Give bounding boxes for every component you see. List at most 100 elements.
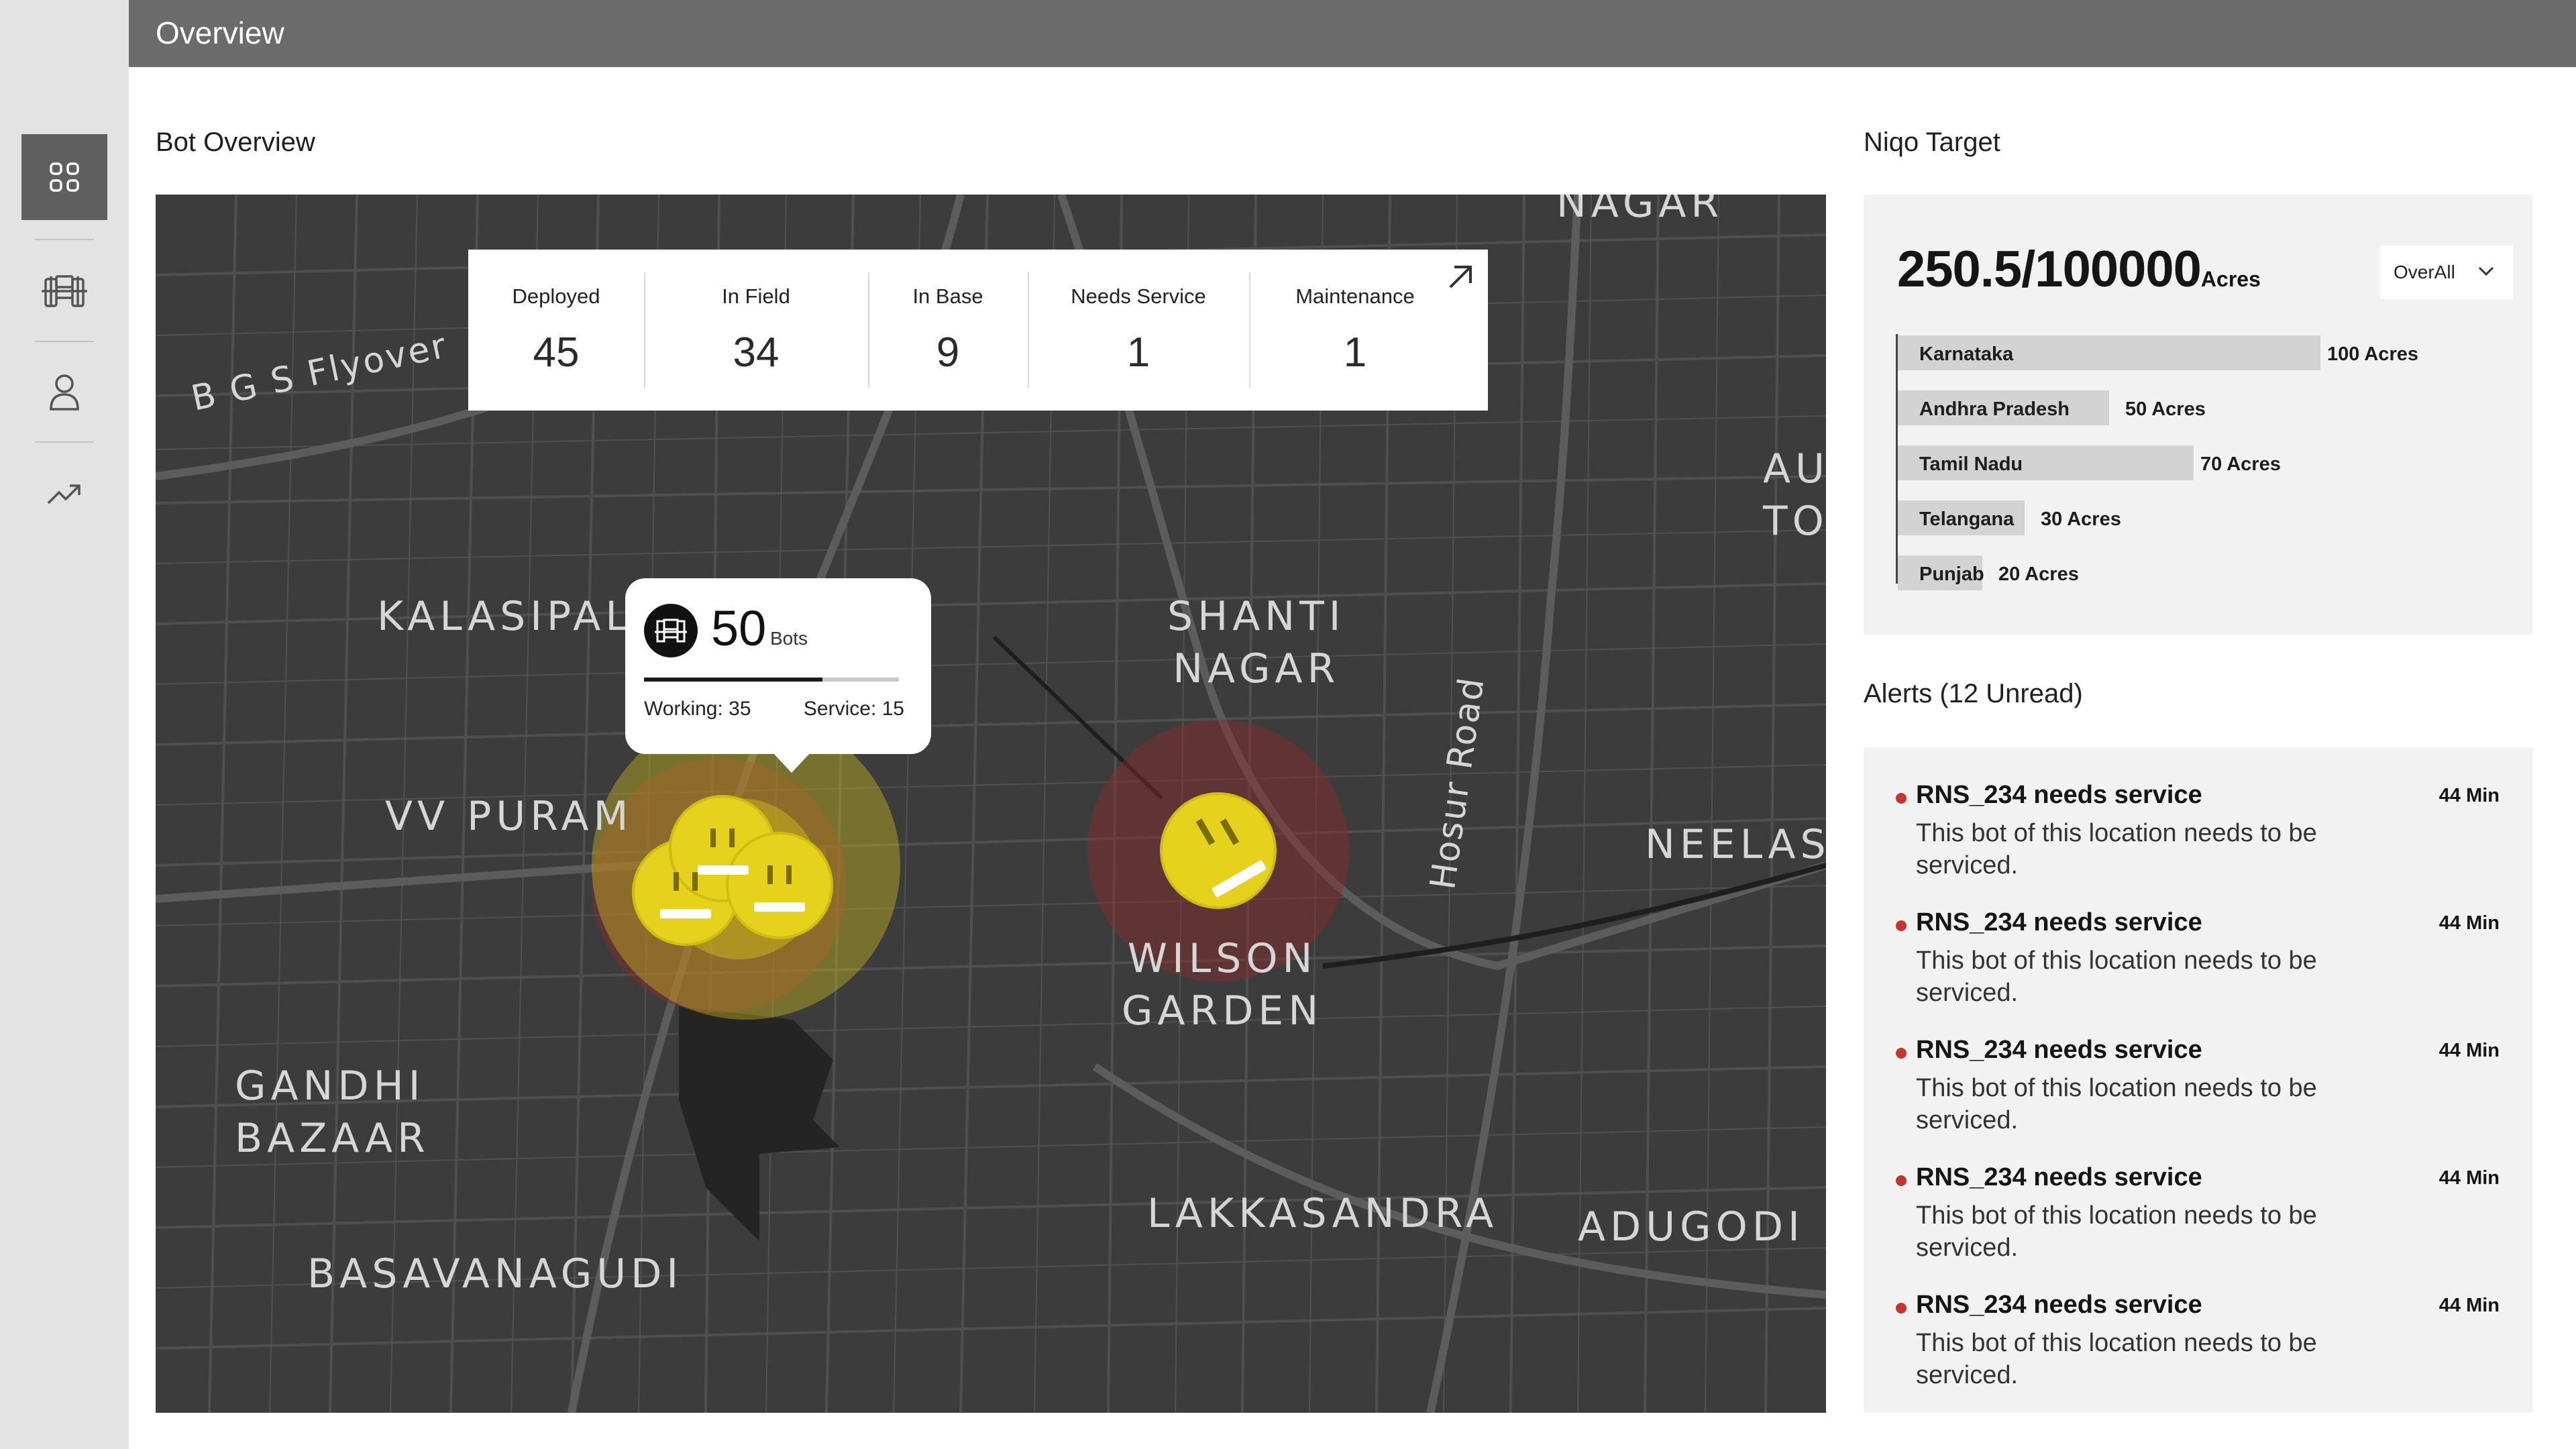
state-name: Karnataka <box>1919 343 2014 365</box>
bot-stats-card: Deployed 45 In Field 34 In Base 9 Needs … <box>468 250 1488 411</box>
alert-title: RNS_234 needs service <box>1916 1163 2202 1191</box>
alert-item[interactable]: RNS_234 needs service 44 Min This bot of t… <box>1896 1291 2500 1411</box>
alert-title: RNS_234 needs service <box>1916 1036 2202 1064</box>
unread-dot <box>1896 1048 1907 1059</box>
trending-up-icon <box>47 484 80 504</box>
expand-button[interactable] <box>1444 259 1479 294</box>
service-count: Service: 15 <box>803 698 904 720</box>
state-value: 20 Acres <box>1998 564 2079 585</box>
bots-count: 50 <box>711 600 767 656</box>
map-label: WILSON GARDEN <box>1122 935 1324 1034</box>
map-label: ADUGODI <box>1578 1203 1805 1250</box>
stat-label: In Base <box>912 284 983 308</box>
nav-divider <box>35 341 94 342</box>
map-label: AU TO <box>1763 445 1826 545</box>
alert-time: 44 Min <box>2438 1295 2500 1316</box>
alert-title: RNS_234 needs service <box>1916 1291 2202 1319</box>
unread-dot <box>1896 1175 1907 1186</box>
nav-bots[interactable] <box>21 248 107 334</box>
stat-maintenance[interactable]: Maintenance 1 <box>1249 250 1461 411</box>
top-bar: Overview <box>129 0 2576 67</box>
map-label: SHANTI NAGAR <box>1167 593 1346 692</box>
stat-value: 1 <box>1343 329 1367 376</box>
state-name: Punjab <box>1919 564 1984 585</box>
stat-label: Deployed <box>512 284 600 308</box>
stat-value: 9 <box>936 329 960 376</box>
state-value: 100 Acres <box>2327 343 2418 365</box>
stat-value: 45 <box>533 329 580 376</box>
bot-overview-title: Bot Overview <box>156 127 315 157</box>
alert-time: 44 Min <box>2438 1040 2500 1061</box>
state-value: 70 Acres <box>2200 453 2281 475</box>
state-name: Andhra Pradesh <box>1919 398 2070 420</box>
alert-message: This bot of this location needs to be se… <box>1916 1074 2317 1134</box>
unread-dot <box>1896 793 1907 804</box>
nav-dashboard[interactable] <box>21 134 107 220</box>
bots-popup[interactable]: 50 Bots Working: 35 Service: 15 <box>625 578 931 773</box>
state-value: 30 Acres <box>2041 508 2121 530</box>
map-label: BASAVANAGUDI <box>307 1250 684 1297</box>
nav-divider <box>35 239 94 240</box>
map-label: NAGAR <box>1556 195 1724 227</box>
target-card: 250.5/100000Acres OverAll Karnataka 100 A… <box>1864 195 2533 635</box>
map-label: GANDHI BAZAAR <box>235 1063 430 1162</box>
target-value: 250.5/100000Acres <box>1897 240 2261 299</box>
alerts-card: RNS_234 needs service 44 Min This bot of t… <box>1864 747 2533 1413</box>
alert-message: This bot of this location needs to be se… <box>1916 1329 2317 1389</box>
page-title: Overview <box>156 15 284 50</box>
unread-dot <box>1896 920 1907 931</box>
arrow-up-right-icon <box>1449 266 1472 288</box>
working-progress-fill <box>644 678 822 682</box>
bot-cluster-main[interactable] <box>592 711 900 1020</box>
stat-in-base[interactable]: In Base 9 <box>868 250 1028 411</box>
stat-label: Needs Service <box>1071 284 1206 308</box>
alert-message: This bot of this location needs to be se… <box>1916 819 2317 879</box>
user-icon <box>50 374 79 411</box>
chevron-down-icon <box>2478 266 2494 276</box>
popup-pointer <box>773 753 810 773</box>
bot-icon <box>42 275 87 307</box>
alert-time: 44 Min <box>2438 785 2500 806</box>
stat-needs-service[interactable]: Needs Service 1 <box>1028 250 1249 411</box>
alert-item[interactable]: RNS_234 needs service 44 Min This bot of t… <box>1896 1163 2500 1284</box>
alert-title: RNS_234 needs service <box>1916 908 2202 936</box>
state-name: Tamil Nadu <box>1919 453 2023 475</box>
nav-divider <box>35 441 94 443</box>
alert-time: 44 Min <box>2438 912 2500 934</box>
target-unit: Acres <box>2200 267 2261 291</box>
stat-value: 34 <box>733 329 780 376</box>
grid-icon <box>50 162 79 192</box>
alert-time: 44 Min <box>2438 1167 2500 1189</box>
map-label: VV PURAM <box>385 793 633 840</box>
stat-label: Maintenance <box>1295 284 1415 308</box>
bot-icon <box>644 604 698 657</box>
target-number: 250.5/100000 <box>1897 241 2202 298</box>
alert-message: This bot of this location needs to be se… <box>1916 947 2317 1007</box>
target-title: Niqo Target <box>1864 127 2000 157</box>
working-count: Working: 35 <box>644 698 751 720</box>
stat-in-field[interactable]: In Field 34 <box>644 250 868 411</box>
state-name: Telangana <box>1919 508 2015 530</box>
state-value: 50 Acres <box>2125 398 2206 420</box>
nav-analytics[interactable] <box>21 451 107 537</box>
target-scope-dropdown[interactable]: OverAll <box>2380 246 2513 299</box>
stat-value: 1 <box>1126 329 1150 376</box>
alert-message: This bot of this location needs to be se… <box>1916 1201 2317 1262</box>
map-label: NEELASA <box>1645 821 1826 868</box>
bot-map[interactable]: B G S Flyover KALASIPALY SHANTI NAGAR VV… <box>156 195 1826 1413</box>
stat-deployed[interactable]: Deployed 45 <box>468 250 644 411</box>
map-label: KALASIPALY <box>377 593 657 640</box>
working-progress-bar <box>644 678 899 682</box>
alert-item[interactable]: RNS_234 needs service 44 Min This bot of t… <box>1896 1036 2500 1157</box>
sidebar <box>0 0 129 1449</box>
alert-item[interactable]: RNS_234 needs service 44 Min This bot of t… <box>1896 908 2500 1029</box>
alerts-title: Alerts (12 Unread) <box>1864 679 2083 708</box>
map-label: LAKKASANDRA <box>1147 1190 1499 1237</box>
unread-dot <box>1896 1303 1907 1313</box>
dropdown-value: OverAll <box>2394 262 2455 282</box>
alert-title: RNS_234 needs service <box>1916 781 2202 809</box>
nav-users[interactable] <box>21 349 107 435</box>
alert-item[interactable]: RNS_234 needs service 44 Min This bot of t… <box>1896 781 2500 902</box>
stat-label: In Field <box>722 284 790 308</box>
bots-unit: Bots <box>770 628 808 649</box>
